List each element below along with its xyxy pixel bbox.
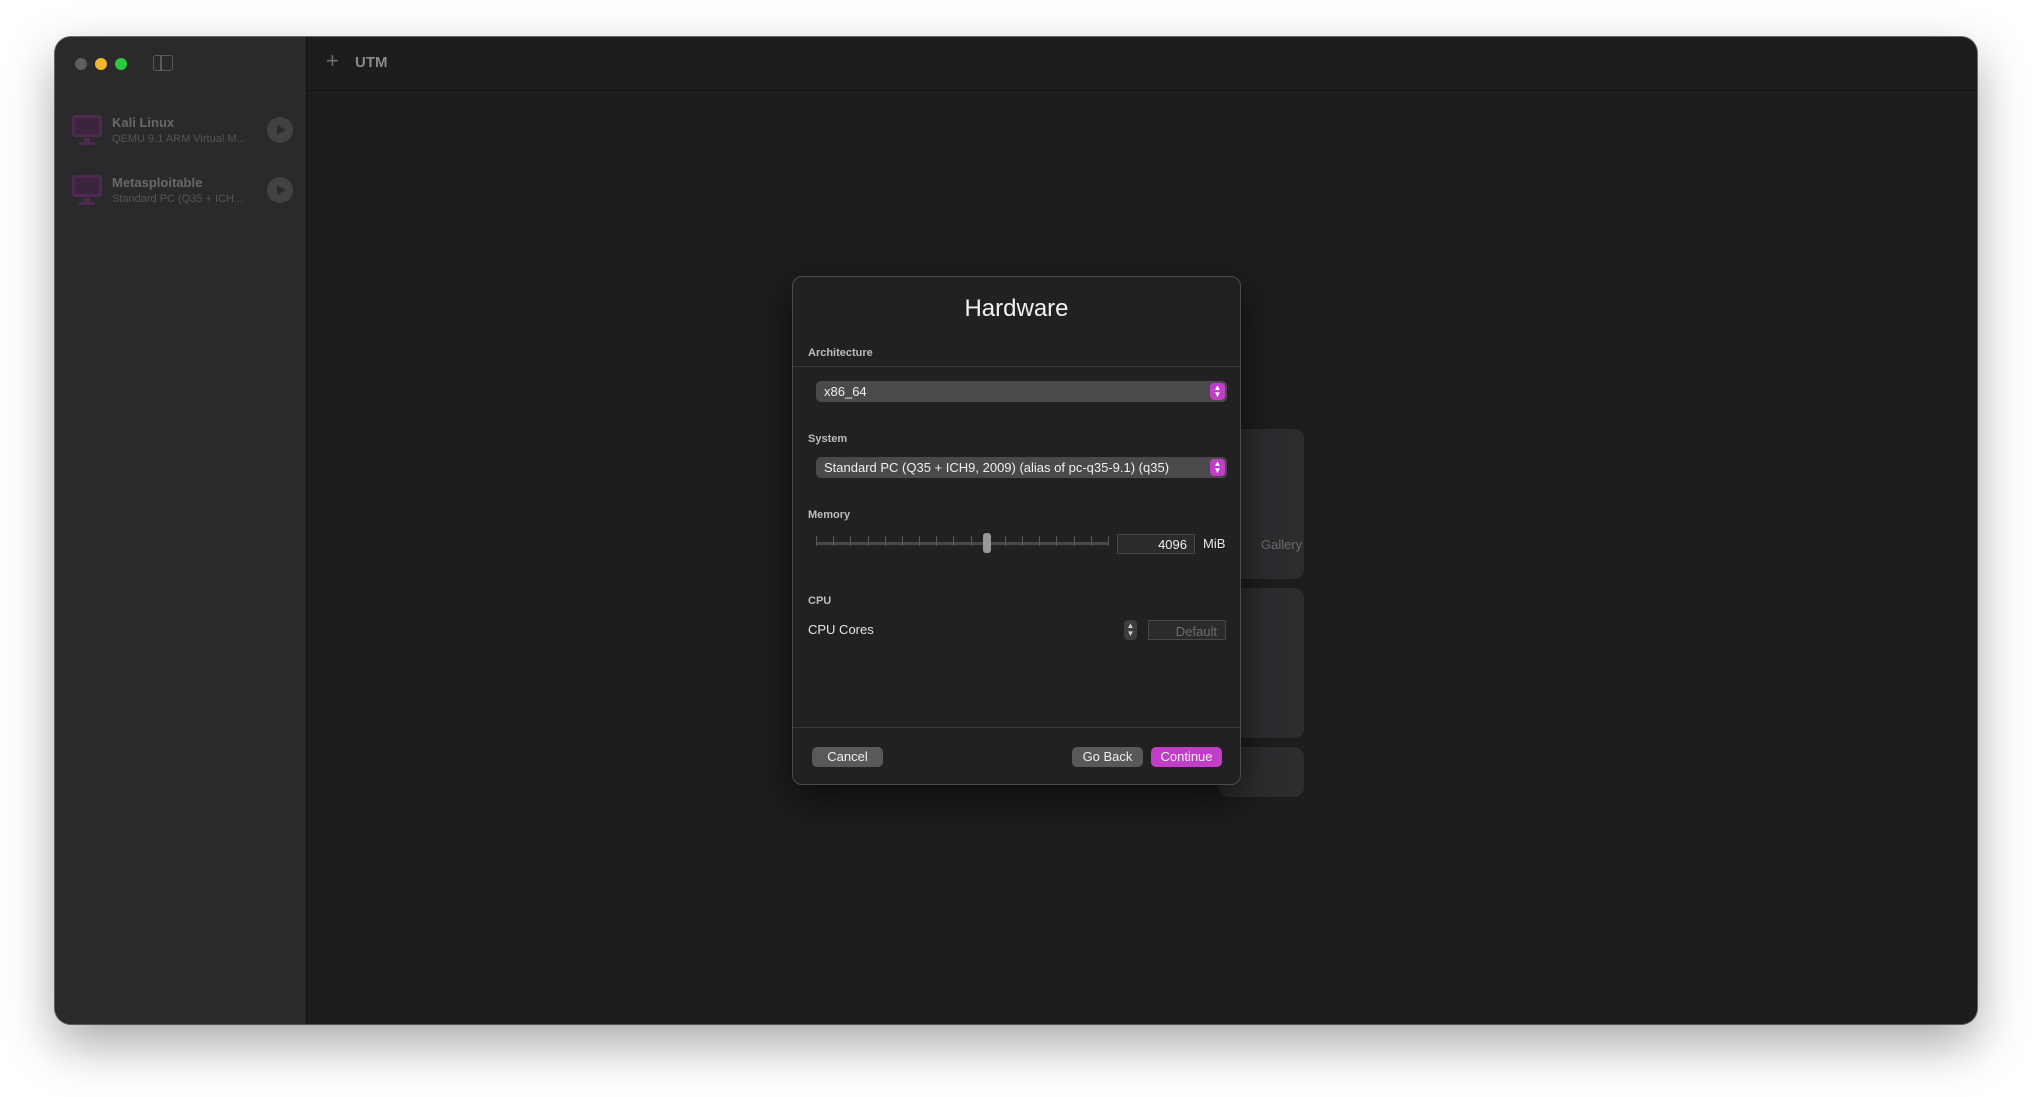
toolbar: + UTM	[308, 37, 1977, 91]
gallery-text: Gallery	[1261, 537, 1303, 552]
slider-tick	[1004, 536, 1006, 546]
slider-tick	[919, 536, 921, 546]
divider	[793, 727, 1240, 728]
divider	[793, 366, 1240, 367]
monitor-icon	[70, 113, 104, 147]
cpu-label: CPU	[808, 595, 832, 607]
system-label: System	[808, 433, 848, 445]
go-back-button[interactable]: Go Back	[1072, 747, 1143, 767]
slider-tick	[1073, 536, 1075, 546]
sidebar-item-metasploitable[interactable]: Metasploitable Standard PC (Q35 + ICH...	[65, 164, 297, 216]
memory-slider[interactable]	[816, 542, 1108, 545]
cpu-cores-input[interactable]: Default	[1148, 620, 1226, 640]
vm-subtitle: Standard PC (Q35 + ICH...	[112, 193, 244, 205]
memory-input[interactable]: 4096	[1117, 534, 1195, 554]
slider-tick	[953, 536, 955, 546]
slider-tick	[1108, 536, 1109, 546]
slider-tick	[884, 536, 886, 546]
slider-tick	[816, 536, 817, 546]
vm-name: Metasploitable	[112, 175, 203, 190]
chevron-up-down-icon: ▲ ▼	[1210, 459, 1225, 476]
memory-slider-knob[interactable]	[983, 533, 991, 553]
slider-tick	[936, 536, 938, 546]
memory-label: Memory	[808, 509, 851, 521]
slider-tick	[850, 536, 852, 546]
vm-subtitle: QEMU 9.1 ARM Virtual M...	[112, 133, 246, 145]
slider-tick	[867, 536, 869, 546]
architecture-label: Architecture	[808, 347, 873, 359]
vm-name: Kali Linux	[112, 115, 175, 130]
slider-tick	[1039, 536, 1041, 546]
app-title: UTM	[355, 54, 388, 71]
close-window-button[interactable]	[75, 58, 87, 70]
slider-tick	[1056, 536, 1058, 546]
architecture-value: x86_64	[824, 384, 867, 399]
play-icon[interactable]	[267, 177, 293, 203]
memory-unit: MiB	[1203, 536, 1226, 551]
continue-button[interactable]: Continue	[1151, 747, 1222, 767]
slider-tick	[1022, 536, 1024, 546]
dialog-title: Hardware	[964, 295, 1069, 322]
zoom-window-button[interactable]	[115, 58, 127, 70]
sidebar-toggle-icon[interactable]	[153, 55, 173, 71]
add-vm-icon[interactable]: +	[326, 50, 339, 72]
monitor-icon	[70, 173, 104, 207]
cpu-cores-label: CPU Cores	[808, 622, 874, 637]
system-select[interactable]: Standard PC (Q35 + ICH9, 2009) (alias of…	[816, 457, 1227, 478]
minimize-window-button[interactable]	[95, 58, 107, 70]
slider-tick	[970, 536, 972, 546]
play-icon[interactable]	[267, 117, 293, 143]
hardware-dialog: Hardware Architecture x86_64 ▲ ▼ System S…	[792, 276, 1241, 785]
architecture-select[interactable]: x86_64 ▲ ▼	[816, 381, 1227, 402]
chevron-up-down-icon: ▲ ▼	[1210, 383, 1225, 400]
cpu-cores-stepper[interactable]: ▲ ▼	[1124, 620, 1137, 640]
window-controls	[75, 58, 127, 70]
cancel-button[interactable]: Cancel	[812, 747, 883, 767]
system-value: Standard PC (Q35 + ICH9, 2009) (alias of…	[824, 460, 1170, 475]
slider-tick	[901, 536, 903, 546]
sidebar: Kali Linux QEMU 9.1 ARM Virtual M... Met…	[55, 37, 307, 1024]
slider-tick	[833, 536, 835, 546]
sidebar-item-kali-linux[interactable]: Kali Linux QEMU 9.1 ARM Virtual M...	[65, 104, 297, 156]
slider-tick	[1090, 536, 1092, 546]
